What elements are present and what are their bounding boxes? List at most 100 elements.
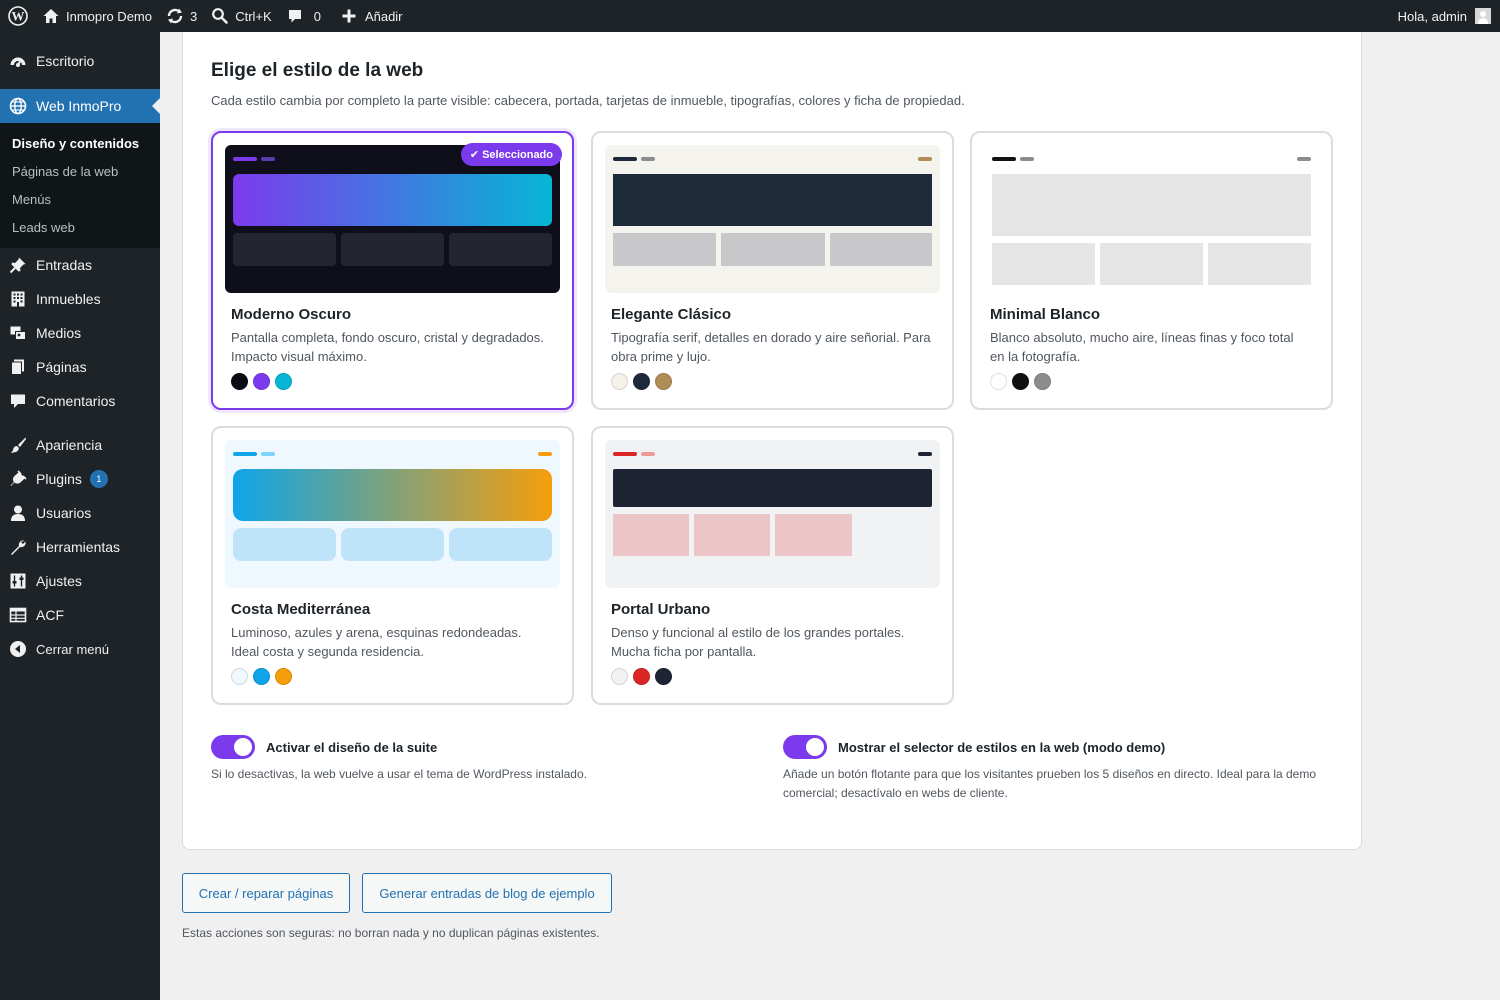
menu-item-escritorio[interactable]: Escritorio [0, 44, 160, 78]
submenu-item-paginas-web[interactable]: Páginas de la web [0, 158, 160, 186]
color-swatches [231, 668, 297, 685]
color-swatch [655, 668, 672, 685]
style-description: Luminoso, azules y arena, esquinas redon… [231, 625, 522, 659]
suite-design-toggle[interactable] [211, 735, 255, 759]
color-swatches [231, 373, 297, 390]
menu-item-plugins[interactable]: Plugins 1 [0, 462, 160, 496]
style-name: Costa Mediterránea [231, 601, 371, 618]
wrench-icon [8, 537, 28, 557]
actions-note: Estas acciones son seguras: no borran na… [182, 926, 600, 940]
user-icon [8, 503, 28, 523]
table-icon [8, 605, 28, 625]
wordpress-logo-icon[interactable]: W [0, 0, 35, 32]
menu-label: Páginas [36, 359, 87, 375]
style-preview [225, 440, 560, 588]
color-swatch [611, 373, 628, 390]
dashboard-icon [8, 51, 28, 71]
submenu-item-leads[interactable]: Leads web [0, 214, 160, 242]
collapse-menu-button[interactable]: Cerrar menú [0, 632, 160, 666]
plugins-update-badge: 1 [89, 470, 108, 488]
media-icon [8, 323, 28, 343]
building-icon [8, 289, 28, 309]
globe-icon [8, 96, 28, 116]
avatar [1475, 8, 1491, 24]
menu-label: Comentarios [36, 393, 116, 409]
style-preview [605, 145, 940, 293]
menu-label: Inmuebles [36, 291, 101, 307]
create-pages-button[interactable]: Crear / reparar páginas [182, 873, 350, 913]
menu-item-comentarios[interactable]: Comentarios [0, 384, 160, 418]
collapse-icon [8, 639, 28, 659]
menu-label: Plugins [36, 471, 82, 487]
brush-icon [8, 435, 28, 455]
menu-label: Apariencia [36, 437, 103, 453]
admin-sidebar: Escritorio Web InmoPro Diseño y contenid… [0, 32, 160, 1000]
menu-label: Web InmoPro [36, 98, 122, 114]
site-name-link[interactable]: Inmopro Demo [35, 0, 159, 32]
color-swatches [990, 373, 1056, 390]
color-swatch [990, 373, 1007, 390]
menu-item-herramientas[interactable]: Herramientas [0, 530, 160, 564]
plug-icon [8, 469, 28, 489]
submenu-item-menus[interactable]: Menús [0, 186, 160, 214]
style-card-minimal-blanco[interactable]: Minimal Blanco Blanco absoluto, mucho ai… [970, 131, 1333, 410]
style-description: Blanco absoluto, mucho aire, líneas fina… [990, 330, 1294, 364]
color-swatch [1012, 373, 1029, 390]
menu-label: Ajustes [36, 573, 82, 589]
style-card-moderno-oscuro[interactable]: ✔ Seleccionado Moderno Oscuro Pantalla c… [211, 131, 574, 410]
style-card-portal-urbano[interactable]: Portal Urbano Denso y funcional al estil… [591, 426, 954, 705]
svg-text:W: W [12, 9, 25, 24]
updates-link[interactable]: 3 [159, 0, 204, 32]
color-swatch [253, 373, 270, 390]
updates-count: 3 [189, 8, 198, 24]
submenu-web-inmopro: Diseño y contenidos Páginas de la web Me… [0, 123, 160, 248]
style-preview [605, 440, 940, 588]
panel-description: Cada estilo cambia por completo la parte… [211, 93, 965, 108]
site-name: Inmopro Demo [66, 8, 152, 24]
toggle-label: Activar el diseño de la suite [266, 739, 438, 755]
style-description: Denso y funcional al estilo de los grand… [611, 625, 905, 659]
menu-item-entradas[interactable]: Entradas [0, 248, 160, 282]
color-swatch [275, 668, 292, 685]
menu-label: Cerrar menú [36, 641, 109, 657]
greeting: Hola, admin [1397, 8, 1467, 24]
color-swatches [611, 373, 677, 390]
color-swatch [633, 373, 650, 390]
comments-link[interactable]: 0 [279, 0, 328, 32]
submenu-item-diseno[interactable]: Diseño y contenidos [0, 130, 160, 158]
search-link[interactable]: Ctrl+K [204, 0, 278, 32]
style-preview [225, 145, 560, 293]
my-account[interactable]: Hola, admin [1398, 0, 1500, 32]
menu-item-usuarios[interactable]: Usuarios [0, 496, 160, 530]
style-card-costa-mediterranea[interactable]: Costa Mediterránea Luminoso, azules y ar… [211, 426, 574, 705]
comments-count: 0 [313, 8, 321, 24]
style-card-elegante-clasico[interactable]: Elegante Clásico Tipografía serif, detal… [591, 131, 954, 410]
style-description: Pantalla completa, fondo oscuro, cristal… [231, 330, 544, 364]
color-swatch [611, 668, 628, 685]
color-swatch [633, 668, 650, 685]
menu-item-medios[interactable]: Medios [0, 316, 160, 350]
toggle-row-suite-design: Activar el diseño de la suite [211, 735, 437, 759]
add-new-link[interactable]: Añadir [334, 0, 410, 32]
menu-label: ACF [36, 607, 64, 623]
menu-label: Escritorio [36, 53, 95, 69]
style-settings-panel: Elige el estilo de la web Cada estilo ca… [182, 32, 1362, 850]
plus-icon [342, 9, 356, 23]
menu-item-web-inmopro[interactable]: Web InmoPro [0, 89, 160, 123]
menu-item-paginas[interactable]: Páginas [0, 350, 160, 384]
style-name: Portal Urbano [611, 601, 711, 618]
style-preview [984, 145, 1319, 293]
toggle-label: Mostrar el selector de estilos en la web… [838, 739, 1166, 755]
toggle-description: Si lo desactivas, la web vuelve a usar e… [211, 767, 587, 781]
style-selector-toggle[interactable] [783, 735, 827, 759]
search-shortcut: Ctrl+K [235, 8, 272, 24]
menu-item-apariencia[interactable]: Apariencia [0, 428, 160, 462]
updates-icon [167, 8, 183, 24]
menu-label: Herramientas [36, 539, 121, 555]
menu-item-inmuebles[interactable]: Inmuebles [0, 282, 160, 316]
menu-item-ajustes[interactable]: Ajustes [0, 564, 160, 598]
menu-label: Medios [36, 325, 82, 341]
menu-item-acf[interactable]: ACF [0, 598, 160, 632]
color-swatch [231, 373, 248, 390]
generate-posts-button[interactable]: Generar entradas de blog de ejemplo [362, 873, 612, 913]
